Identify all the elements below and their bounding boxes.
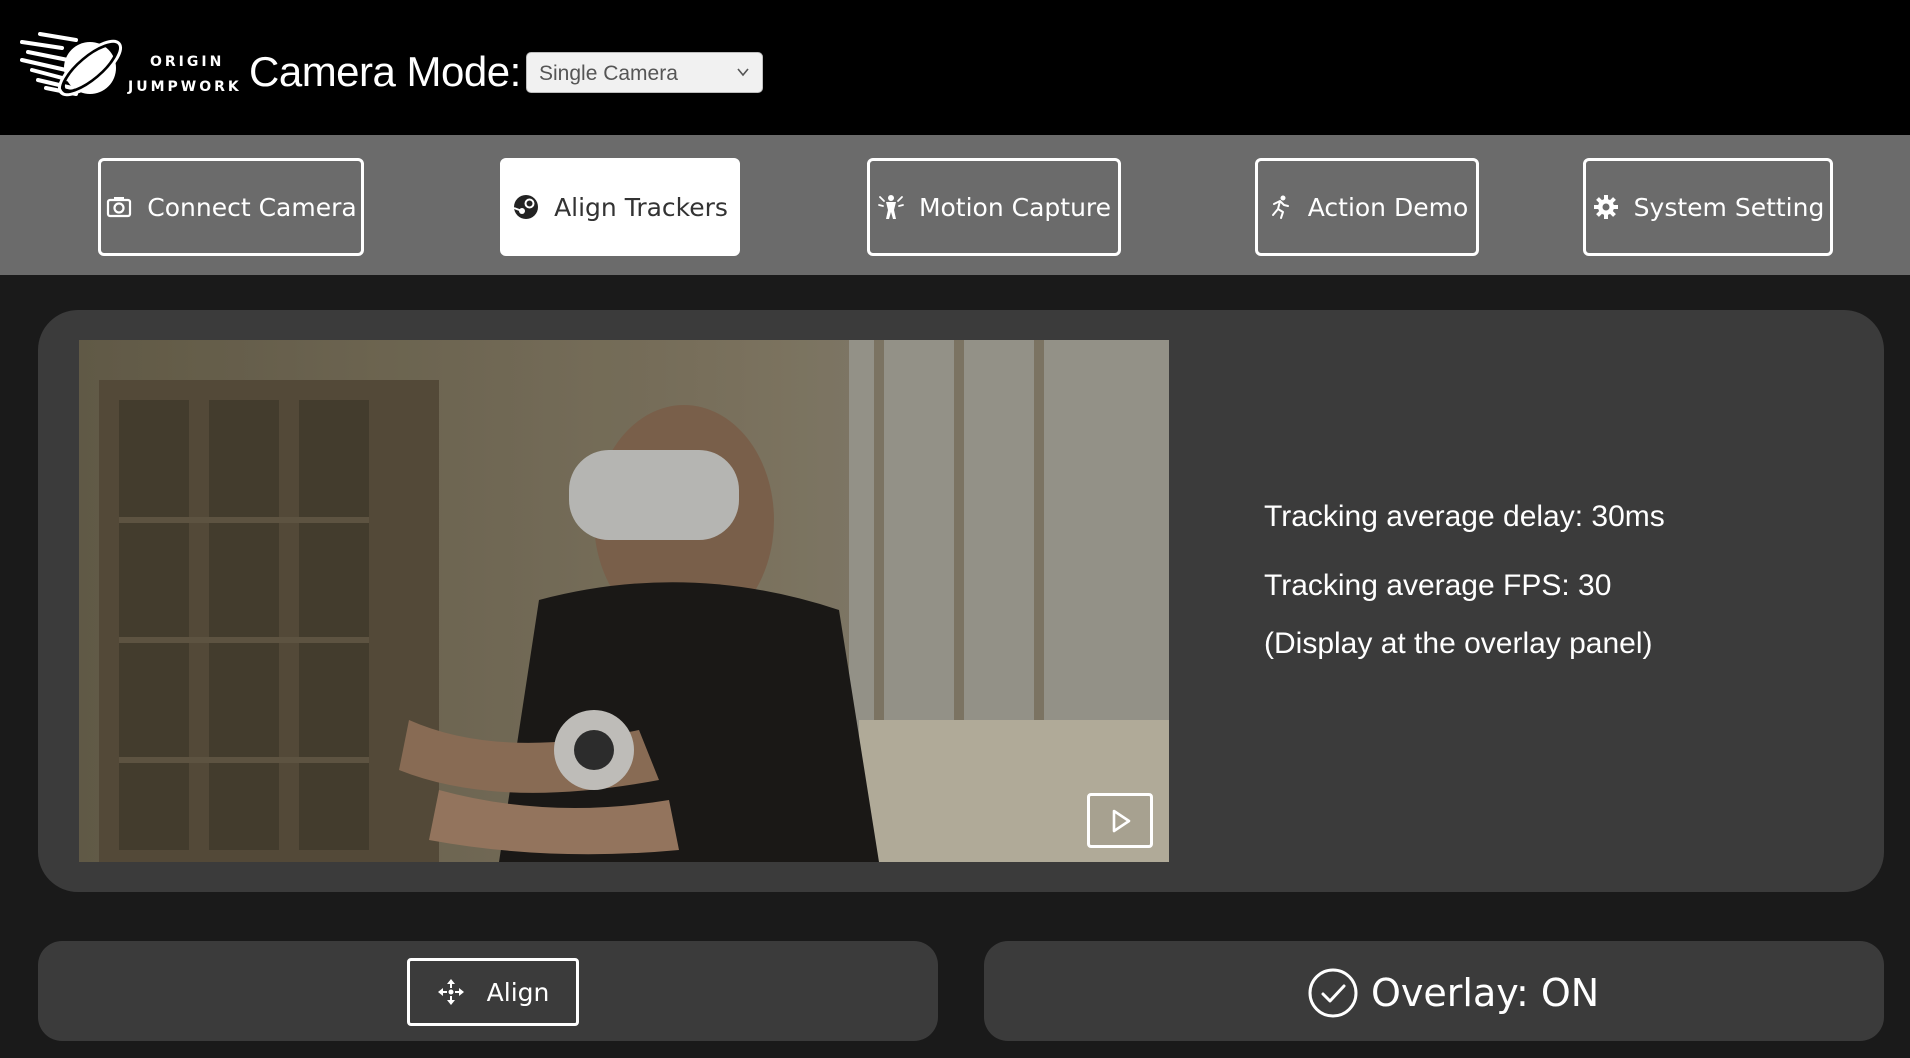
motion-capture-label: Motion Capture (918, 192, 1112, 222)
person-motion-icon (878, 195, 904, 219)
tracking-delay-text: Tracking average delay: 30ms (1264, 500, 1665, 533)
logo-line1: ORIGIN (150, 54, 225, 70)
action-demo-label: Action Demo (1307, 192, 1469, 222)
system-setting-label: System Setting (1633, 192, 1825, 222)
camera-icon (107, 197, 132, 218)
video-play-button[interactable] (1087, 793, 1153, 848)
steam-icon (513, 195, 539, 219)
align-button-label: Align (486, 977, 550, 1007)
camera-video-preview[interactable] (79, 340, 1169, 862)
check-circle-icon (1308, 968, 1358, 1017)
camera-mode-select[interactable]: Single Camera (526, 52, 763, 93)
action-demo-button[interactable]: Action Demo (1255, 158, 1479, 256)
camera-mode-label: Camera Mode: (249, 48, 521, 95)
gear-icon (1593, 195, 1618, 219)
system-setting-button[interactable]: System Setting (1583, 158, 1833, 256)
video-frame-image (79, 340, 1169, 862)
overlay-toggle-label: Overlay: ON (1371, 970, 1600, 1015)
play-icon (1112, 809, 1131, 832)
align-button[interactable]: Align (407, 958, 579, 1026)
tracking-fps-text: Tracking average FPS: 30 (1264, 569, 1612, 602)
top-bar: ORIGIN JUMPWORK Camera Mode: Single Came… (0, 0, 1910, 135)
logo-line2: JUMPWORK (128, 79, 242, 95)
logo-comet-icon (20, 32, 122, 97)
motion-capture-button[interactable]: Motion Capture (867, 158, 1121, 256)
nav-bar: Connect Camera Align Trackers Motion Cap… (0, 135, 1910, 275)
connect-camera-button[interactable]: Connect Camera (98, 158, 364, 256)
overlay-note-text: (Display at the overlay panel) (1264, 627, 1653, 660)
move-arrows-icon (437, 979, 464, 1005)
origin-jumpwork-logo: ORIGIN JUMPWORK (20, 30, 239, 106)
running-icon (1271, 195, 1289, 219)
camera-mode-value: Single Camera (539, 62, 678, 85)
align-trackers-label: Align Trackers (554, 192, 728, 222)
connect-camera-label: Connect Camera (147, 192, 357, 222)
align-trackers-button[interactable]: Align Trackers (500, 158, 740, 256)
overlay-toggle[interactable]: Overlay: ON (1307, 965, 1599, 1020)
chevron-down-icon (737, 68, 749, 77)
